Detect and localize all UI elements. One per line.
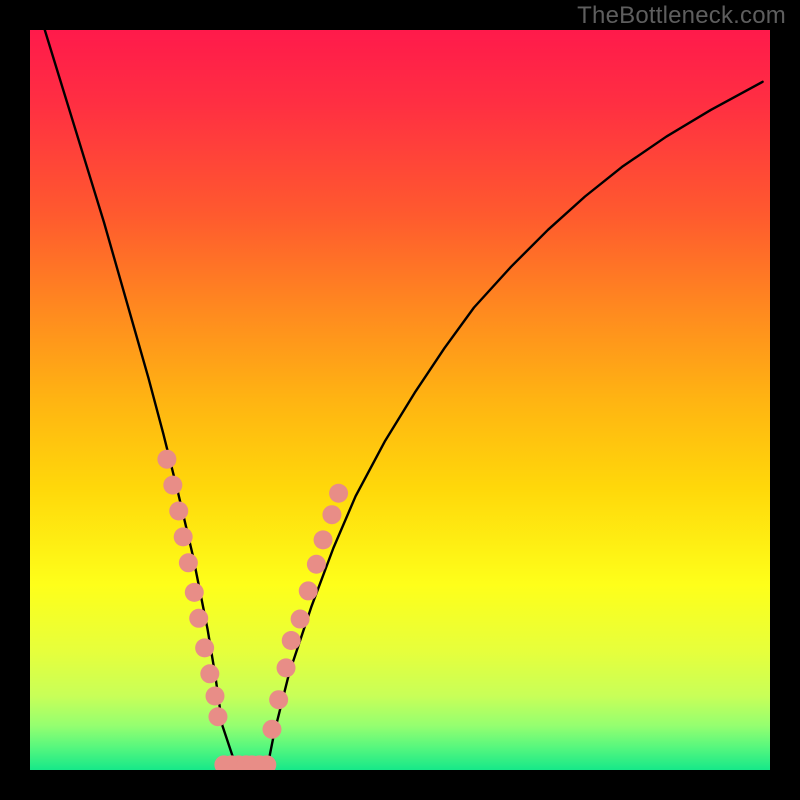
data-point xyxy=(208,707,227,726)
data-point xyxy=(262,720,281,739)
data-point xyxy=(189,609,208,628)
data-point xyxy=(282,631,301,650)
data-point xyxy=(157,450,176,469)
data-point xyxy=(185,583,204,602)
data-point xyxy=(206,687,225,706)
data-point xyxy=(277,658,296,677)
data-point xyxy=(195,638,214,657)
data-point xyxy=(299,581,318,600)
plot-area xyxy=(30,30,770,770)
watermark-text: TheBottleneck.com xyxy=(577,2,786,30)
chart-svg xyxy=(30,30,770,770)
scatter-dots xyxy=(157,450,348,770)
data-point xyxy=(169,502,188,521)
data-point xyxy=(314,530,333,549)
bottleneck-curve xyxy=(45,30,763,770)
data-point xyxy=(307,555,326,574)
data-point xyxy=(174,527,193,546)
chart-frame: TheBottleneck.com xyxy=(0,0,800,800)
data-point xyxy=(322,505,341,524)
data-point xyxy=(163,476,182,495)
data-point xyxy=(200,664,219,683)
data-point xyxy=(179,553,198,572)
data-point xyxy=(329,484,348,503)
data-point xyxy=(269,690,288,709)
data-point xyxy=(291,610,310,629)
